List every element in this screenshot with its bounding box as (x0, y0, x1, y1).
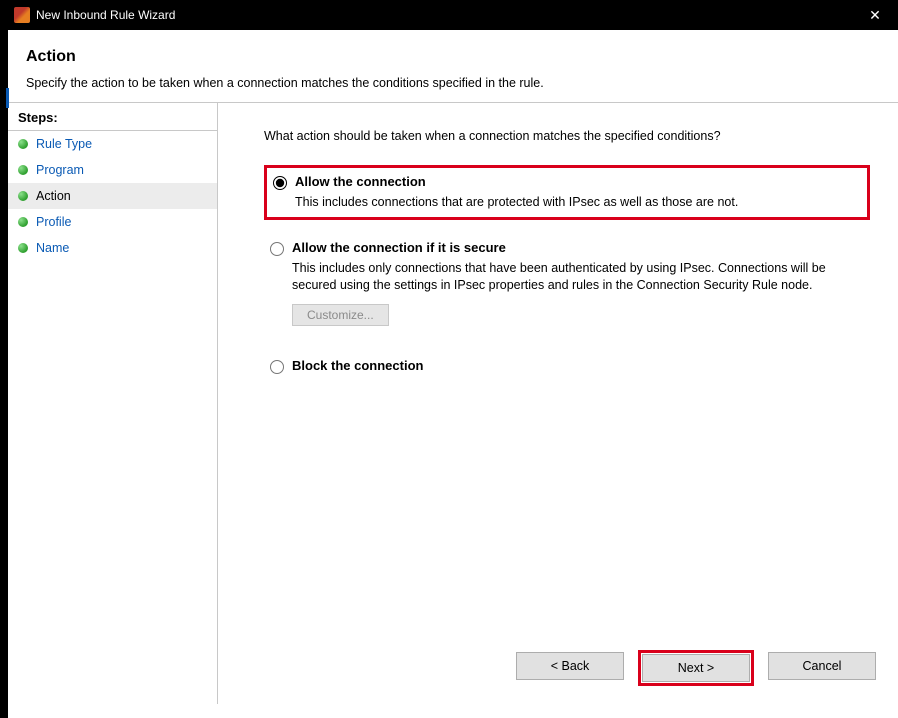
step-bullet-icon (18, 217, 28, 227)
option-allow-secure: Allow the connection if it is secure Thi… (264, 234, 870, 332)
option-allow-secure-label: Allow the connection if it is secure (292, 240, 506, 255)
close-icon: ✕ (869, 7, 881, 24)
step-profile[interactable]: Profile (8, 209, 217, 235)
option-allow-secure-desc: This includes only connections that have… (292, 260, 832, 294)
window-title: New Inbound Rule Wizard (36, 8, 175, 22)
back-button[interactable]: < Back (516, 652, 624, 680)
step-label: Profile (36, 215, 71, 229)
step-action[interactable]: Action (8, 183, 217, 209)
step-label: Action (36, 189, 71, 203)
next-wrap: Next > (638, 650, 754, 686)
wizard-header: Action Specify the action to be taken wh… (8, 30, 898, 102)
step-label: Program (36, 163, 84, 177)
page-title: Action (26, 48, 880, 66)
firewall-icon (14, 7, 30, 23)
back-wrap: < Back (514, 650, 626, 686)
option-allow: Allow the connection This includes conne… (264, 165, 870, 220)
step-label: Name (36, 241, 69, 255)
step-program[interactable]: Program (8, 157, 217, 183)
step-label: Rule Type (36, 137, 92, 151)
step-bullet-icon (18, 191, 28, 201)
option-allow-label: Allow the connection (295, 174, 426, 189)
step-name[interactable]: Name (8, 235, 217, 261)
steps-heading: Steps: (8, 107, 217, 131)
option-allow-secure-row[interactable]: Allow the connection if it is secure (270, 240, 860, 256)
steps-sidebar: Steps: Rule Type Program Action Profile … (8, 102, 218, 704)
option-block-label: Block the connection (292, 358, 423, 373)
close-button[interactable]: ✕ (852, 0, 898, 30)
customize-button: Customize... (292, 304, 389, 326)
next-button[interactable]: Next > (642, 654, 750, 682)
step-bullet-icon (18, 165, 28, 175)
wizard-window: New Inbound Rule Wizard ✕ Action Specify… (8, 0, 898, 718)
cancel-wrap: Cancel (766, 650, 878, 686)
option-block: Block the connection (264, 352, 870, 380)
radio-allow[interactable] (273, 176, 287, 190)
current-step-marker (6, 88, 9, 108)
option-block-row[interactable]: Block the connection (270, 358, 860, 374)
question-text: What action should be taken when a conne… (264, 129, 870, 143)
page-subtitle: Specify the action to be taken when a co… (26, 76, 880, 90)
step-rule-type[interactable]: Rule Type (8, 131, 217, 157)
footer-buttons: < Back Next > Cancel (514, 650, 878, 686)
option-allow-desc: This includes connections that are prote… (295, 194, 835, 211)
cancel-button[interactable]: Cancel (768, 652, 876, 680)
titlebar: New Inbound Rule Wizard ✕ (8, 0, 898, 30)
step-bullet-icon (18, 243, 28, 253)
step-bullet-icon (18, 139, 28, 149)
option-allow-row[interactable]: Allow the connection (273, 174, 857, 190)
radio-block[interactable] (270, 360, 284, 374)
wizard-body: Steps: Rule Type Program Action Profile … (8, 102, 898, 704)
radio-allow-secure[interactable] (270, 242, 284, 256)
wizard-content: What action should be taken when a conne… (218, 102, 898, 704)
